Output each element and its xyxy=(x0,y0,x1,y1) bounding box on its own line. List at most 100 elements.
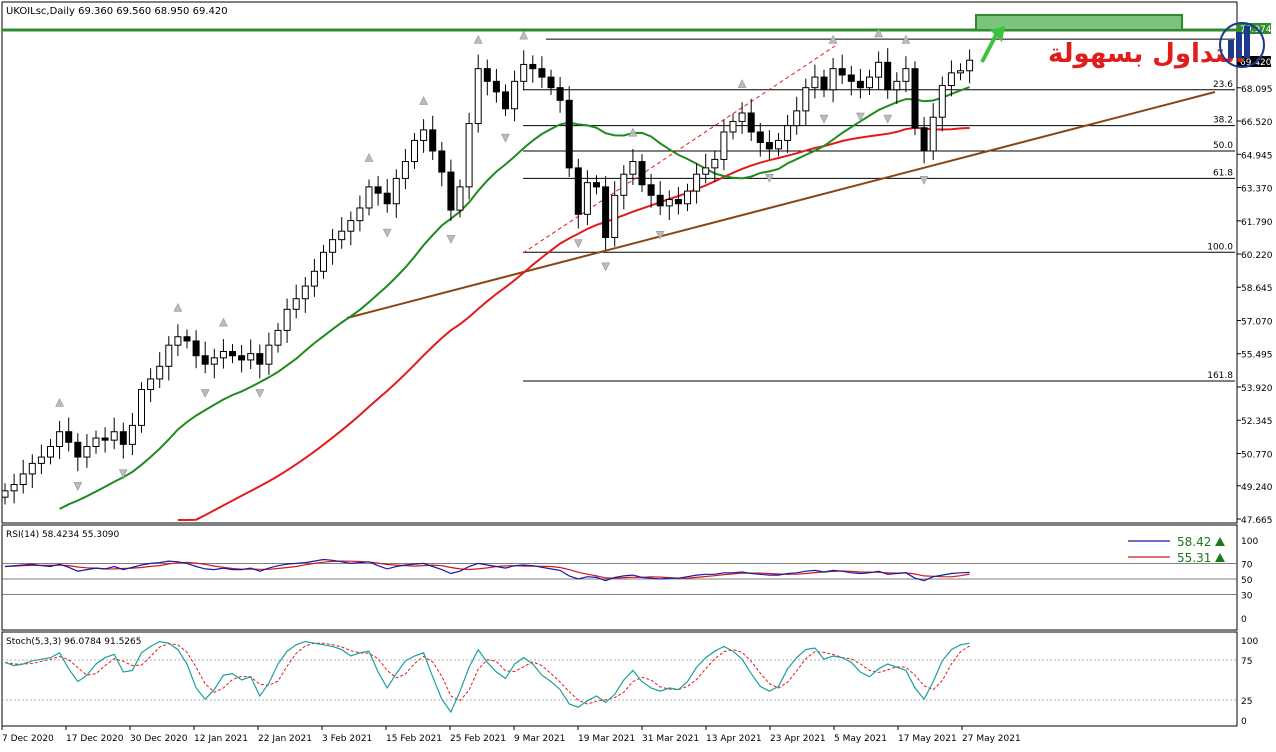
bearish-candle xyxy=(856,80,864,89)
fib-level-label: 100.0 xyxy=(1207,242,1233,252)
bullish-candle xyxy=(310,270,318,287)
price-tick-label: 66.520 xyxy=(1241,118,1273,128)
fib-level-label: 61.8 xyxy=(1213,168,1233,178)
rsi-legend-value-2: 55.31 xyxy=(1177,551,1211,565)
bearish-candle xyxy=(192,340,200,357)
bearish-candle xyxy=(756,131,764,144)
stoch-tick-label: 25 xyxy=(1241,697,1252,707)
bullish-candle xyxy=(474,68,482,125)
bearish-candle xyxy=(383,192,391,205)
bullish-candle xyxy=(938,85,946,118)
date-label: 15 Feb 2021 xyxy=(386,734,442,744)
price-axis: 68.095 66.520 64.945 63.370 61.790 60.220 58.6… xyxy=(1237,85,1273,526)
bullish-candle xyxy=(365,186,373,209)
bullish-candle xyxy=(156,365,164,380)
fib-level-label: 38.2 xyxy=(1213,116,1233,126)
bearish-candle xyxy=(238,355,246,361)
bearish-candle xyxy=(201,355,209,365)
main-chart-header: UKOILsc,Daily 69.360 69.560 68.950 69.42… xyxy=(6,6,228,17)
date-label: 27 May 2021 xyxy=(962,734,1021,744)
price-tick-label: 55.495 xyxy=(1241,351,1273,361)
bullish-candle xyxy=(947,72,955,87)
price-tick-label: 68.095 xyxy=(1241,85,1273,95)
bullish-candle xyxy=(829,68,837,91)
bearish-candle xyxy=(638,161,646,186)
logo-text: التداول بسهولة xyxy=(1048,39,1244,69)
price-tick-label: 57.070 xyxy=(1241,317,1273,327)
bullish-candle xyxy=(1,490,9,498)
bullish-candle xyxy=(283,308,291,331)
bearish-candle xyxy=(920,127,928,152)
stoch-panel[interactable] xyxy=(1,631,1238,727)
bullish-candle xyxy=(401,161,409,179)
bearish-candle xyxy=(229,351,236,357)
bullish-candle xyxy=(738,112,746,122)
bullish-candle xyxy=(19,473,27,485)
date-label: 25 Feb 2021 xyxy=(450,734,506,744)
date-label: 23 Apr 2021 xyxy=(770,734,826,744)
bearish-candle xyxy=(119,431,127,445)
bullish-candle xyxy=(83,445,91,458)
rsi-legend-value-1: 58.42 xyxy=(1177,535,1211,549)
fib-level-label: 161.8 xyxy=(1207,371,1233,381)
date-label: 17 Dec 2020 xyxy=(66,734,124,744)
rsi-tick-label: 100 xyxy=(1241,537,1258,547)
stoch-header: Stoch(5,3,3) 96.0784 91.5265 xyxy=(6,637,141,647)
bearish-candle xyxy=(538,68,546,78)
bullish-candle xyxy=(292,298,300,310)
bullish-candle xyxy=(47,445,54,458)
date-label: 22 Jan 2021 xyxy=(258,734,312,744)
bullish-candle xyxy=(456,186,464,211)
bullish-candle xyxy=(174,336,182,346)
main-chart-panel[interactable] xyxy=(1,1,1238,524)
date-label: 12 Jan 2021 xyxy=(194,734,248,744)
bullish-candle xyxy=(37,456,45,464)
bearish-candle xyxy=(765,142,773,150)
bullish-candle xyxy=(902,68,910,82)
price-tick-label: 64.945 xyxy=(1241,151,1273,161)
rsi-tick-label: 50 xyxy=(1241,576,1253,586)
bearish-candle xyxy=(256,353,264,365)
bearish-candle xyxy=(65,431,73,443)
bullish-candle xyxy=(702,167,710,175)
bullish-candle xyxy=(665,199,673,207)
date-label: 31 Mar 2021 xyxy=(642,734,699,744)
bullish-candle xyxy=(347,220,355,232)
rsi-header: RSI(14) 58.4234 55.3090 xyxy=(6,530,120,540)
date-label: 30 Dec 2020 xyxy=(130,734,188,744)
price-tick-label: 63.370 xyxy=(1241,185,1273,195)
bullish-candle xyxy=(711,158,719,169)
date-label: 7 Dec 2020 xyxy=(2,734,54,744)
bearish-candle xyxy=(656,194,664,207)
stoch-tick-label: 100 xyxy=(1241,637,1258,647)
bearish-candle xyxy=(647,184,655,196)
fib-level-label: 23.6 xyxy=(1213,80,1233,90)
price-tick-label: 49.240 xyxy=(1241,483,1273,493)
date-label: 19 Mar 2021 xyxy=(578,734,635,744)
bearish-candle xyxy=(602,186,610,239)
bullish-candle xyxy=(10,483,18,492)
bullish-candle xyxy=(957,70,964,74)
rsi-tick-label: 70 xyxy=(1241,560,1253,570)
bearish-candle xyxy=(884,61,892,91)
bullish-candle xyxy=(329,239,337,253)
target-box[interactable] xyxy=(975,14,1183,31)
bearish-candle xyxy=(438,150,446,173)
bearish-candle xyxy=(674,199,682,205)
bearish-candle xyxy=(529,63,537,70)
bullish-candle xyxy=(793,110,801,127)
price-tick-label: 60.220 xyxy=(1241,251,1273,261)
bearish-candle xyxy=(374,186,382,194)
bullish-candle xyxy=(583,182,591,215)
bullish-candle xyxy=(684,190,691,205)
bearish-candle xyxy=(593,182,600,188)
bearish-candle xyxy=(820,76,828,91)
rsi-tick-label: 30 xyxy=(1241,592,1253,602)
bearish-candle xyxy=(847,74,855,82)
price-tick-label: 61.790 xyxy=(1241,218,1273,228)
bullish-candle xyxy=(147,378,155,391)
bullish-candle xyxy=(693,173,701,192)
bearish-candle xyxy=(101,437,109,441)
bearish-candle xyxy=(565,99,573,169)
date-axis: 7 Dec 2020 17 Dec 2020 30 Dec 2020 12 Jan 2… xyxy=(1,726,1021,744)
